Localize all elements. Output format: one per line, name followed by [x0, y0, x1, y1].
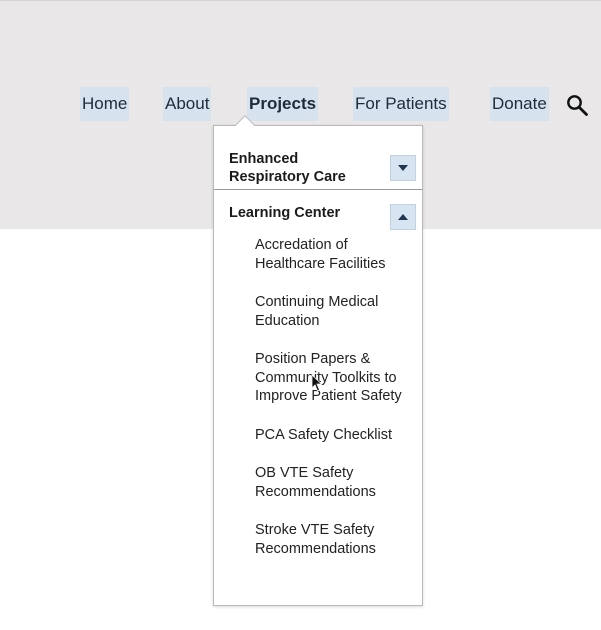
nav-item-about[interactable]: About	[163, 87, 212, 121]
section-title: Learning Center	[229, 205, 341, 221]
section-title: Enhanced Respiratory Care	[229, 151, 346, 185]
chevron-down-icon	[398, 165, 408, 171]
dropdown-section-learning-center[interactable]: Learning Center	[214, 200, 422, 230]
chevron-up-icon	[398, 214, 408, 220]
nav-item-projects[interactable]: Projects	[247, 87, 319, 121]
submenu-item-position-papers[interactable]: Position Papers & Community Toolkits to …	[255, 350, 415, 406]
learning-center-submenu: Accredation of Healthcare Facilities Con…	[255, 236, 415, 578]
nav-item-for-patients[interactable]: For Patients	[353, 87, 449, 121]
submenu-item-continuing-medical-education[interactable]: Continuing Medical Education	[255, 293, 415, 330]
collapse-toggle-button[interactable]	[390, 204, 416, 230]
mouse-pointer-icon	[311, 374, 323, 392]
submenu-item-stroke-vte[interactable]: Stroke VTE Safety Recommendations	[255, 521, 415, 558]
search-icon[interactable]	[566, 94, 588, 116]
nav-item-home[interactable]: Home	[80, 87, 130, 121]
submenu-item-ob-vte[interactable]: OB VTE Safety Recommendations	[255, 464, 415, 501]
submenu-item-pca-safety-checklist[interactable]: PCA Safety Checklist	[255, 426, 415, 445]
submenu-item-accredation[interactable]: Accredation of Healthcare Facilities	[255, 236, 415, 273]
projects-dropdown-menu: Enhanced Respiratory Care Learning Cente…	[213, 115, 423, 606]
expand-toggle-button[interactable]	[390, 155, 416, 181]
dropdown-section-enhanced-respiratory-care[interactable]: Enhanced Respiratory Care	[214, 146, 422, 190]
nav-item-donate[interactable]: Donate	[490, 87, 549, 121]
